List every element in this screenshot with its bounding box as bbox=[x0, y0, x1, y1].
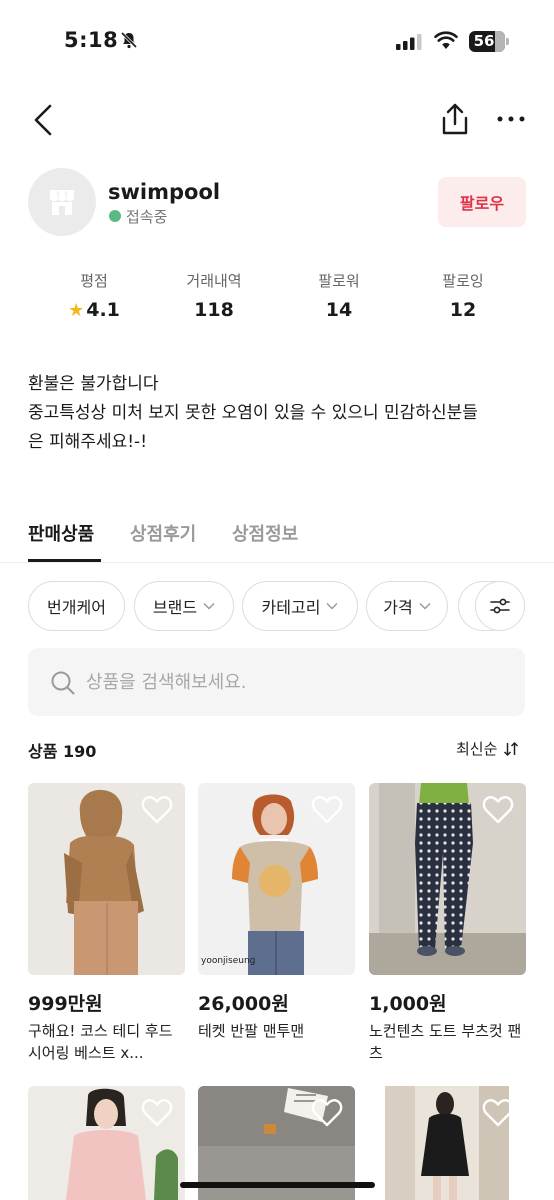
search-icon bbox=[51, 671, 75, 695]
product-name: 테켓 반팔 맨투맨 bbox=[198, 1022, 305, 1040]
share-icon[interactable] bbox=[438, 100, 472, 138]
top-nav bbox=[0, 92, 554, 148]
battery-icon: 56 bbox=[469, 31, 509, 52]
bio-line: 환불은 불가합니다 bbox=[28, 374, 159, 394]
product-price: 999만원 bbox=[28, 993, 103, 1015]
follow-button[interactable]: 팔로우 bbox=[438, 177, 526, 227]
heart-icon[interactable] bbox=[311, 795, 343, 825]
star-icon: ★ bbox=[68, 299, 85, 321]
filter-label: 카테고리 bbox=[261, 598, 321, 617]
image-watermark: yoonjiseung bbox=[201, 956, 256, 966]
stat-value: 4.1 bbox=[86, 299, 120, 321]
status-time: 5:18 bbox=[64, 28, 119, 52]
wifi-icon bbox=[434, 31, 458, 49]
stat-label: 평점 bbox=[80, 272, 108, 290]
product-image[interactable] bbox=[369, 783, 526, 975]
tab-reviews[interactable]: 상점후기 bbox=[130, 520, 196, 546]
chevron-down-icon bbox=[203, 603, 215, 610]
product-image[interactable]: yoonjiseung bbox=[198, 783, 355, 975]
tab-store-info[interactable]: 상점정보 bbox=[232, 520, 298, 546]
bio-line: 중고특성상 미처 보지 못한 오염이 있을 수 있으니 민감하신분들 bbox=[28, 403, 478, 423]
heart-icon[interactable] bbox=[482, 795, 514, 825]
username: swimpool bbox=[108, 180, 221, 204]
sort-button[interactable]: 최신순 bbox=[456, 738, 519, 759]
product-name: 구해요! 코스 테디 후드 시어링 베스트 x... bbox=[28, 1022, 173, 1062]
bio-line: 은 피해주세요!-! bbox=[28, 432, 148, 452]
stat-label: 거래내역 bbox=[186, 272, 242, 290]
heart-icon[interactable] bbox=[311, 1098, 343, 1128]
stat-transactions[interactable]: 거래내역 118 bbox=[152, 270, 276, 321]
chevron-down-icon bbox=[326, 603, 338, 610]
filter-label: 번개케어 bbox=[47, 598, 106, 617]
store-tabs: 판매상품 상점후기 상점정보 bbox=[28, 514, 528, 564]
filter-category[interactable]: 카테고리 bbox=[242, 581, 358, 631]
product-name: 노컨텐츠 도트 부츠컷 팬츠 bbox=[369, 1022, 522, 1062]
stat-value: 14 bbox=[325, 299, 353, 321]
stat-label: 팔로잉 bbox=[442, 272, 484, 290]
product-card[interactable] bbox=[28, 1086, 185, 1200]
sort-label: 최신순 bbox=[456, 740, 498, 758]
product-image[interactable] bbox=[28, 1086, 185, 1200]
bell-off-icon bbox=[120, 31, 138, 49]
sliders-icon bbox=[490, 598, 510, 614]
product-count: 상품 190 bbox=[28, 742, 97, 761]
battery-level: 56 bbox=[473, 32, 495, 50]
product-card[interactable]: 1,000원 노컨텐츠 도트 부츠컷 팬츠 bbox=[369, 783, 526, 1064]
search-input[interactable] bbox=[86, 662, 506, 702]
status-bar: 5:18 56 bbox=[0, 0, 554, 84]
product-image[interactable] bbox=[28, 783, 185, 975]
back-icon[interactable] bbox=[28, 102, 60, 138]
stat-followers[interactable]: 팔로워 14 bbox=[277, 270, 401, 321]
filter-settings-button[interactable] bbox=[475, 581, 525, 631]
filter-brand[interactable]: 브랜드 bbox=[134, 581, 234, 631]
heart-icon[interactable] bbox=[141, 1098, 173, 1128]
home-indicator[interactable] bbox=[180, 1182, 375, 1188]
more-options-icon[interactable] bbox=[494, 106, 528, 132]
heart-icon[interactable] bbox=[141, 795, 173, 825]
store-icon bbox=[50, 190, 74, 215]
stat-label: 팔로워 bbox=[318, 272, 360, 290]
stat-following[interactable]: 팔로잉 12 bbox=[401, 270, 525, 321]
product-price: 26,000원 bbox=[198, 993, 289, 1015]
filter-label: 브랜드 bbox=[152, 598, 198, 617]
product-price: 1,000원 bbox=[369, 993, 447, 1015]
stat-value: 118 bbox=[194, 299, 234, 321]
filter-bunjang-care[interactable]: 번개케어 bbox=[28, 581, 125, 631]
cellular-signal-icon bbox=[396, 34, 422, 50]
product-image[interactable] bbox=[369, 1086, 526, 1200]
online-status-dot bbox=[109, 210, 121, 222]
store-bio: 환불은 불가합니다 중고특성상 미처 보지 못한 오염이 있을 수 있으니 민감… bbox=[28, 370, 528, 457]
tab-products[interactable]: 판매상품 bbox=[28, 520, 94, 546]
chevron-down-icon bbox=[419, 603, 431, 610]
stat-value: 12 bbox=[449, 299, 477, 321]
product-card[interactable]: yoonjiseung 26,000원 테켓 반팔 맨투맨 bbox=[198, 783, 355, 1064]
product-card[interactable]: 999만원 구해요! 코스 테디 후드 시어링 베스트 x... bbox=[28, 783, 185, 1064]
avatar[interactable] bbox=[28, 168, 96, 236]
heart-icon[interactable] bbox=[482, 1098, 514, 1128]
product-search bbox=[28, 648, 525, 716]
stat-rating: 평점 ★ 4.1 bbox=[32, 270, 156, 321]
store-stats: 평점 ★ 4.1 거래내역 118 팔로워 14 팔로잉 12 bbox=[0, 270, 554, 330]
divider bbox=[0, 562, 554, 563]
sort-icon bbox=[504, 741, 519, 756]
filter-price[interactable]: 가격 bbox=[366, 581, 448, 631]
online-status-text: 접속중 bbox=[126, 208, 168, 226]
filter-label: 가격 bbox=[383, 598, 413, 617]
product-card[interactable] bbox=[369, 1086, 526, 1200]
store-profile: swimpool 접속중 팔로우 bbox=[28, 168, 526, 236]
